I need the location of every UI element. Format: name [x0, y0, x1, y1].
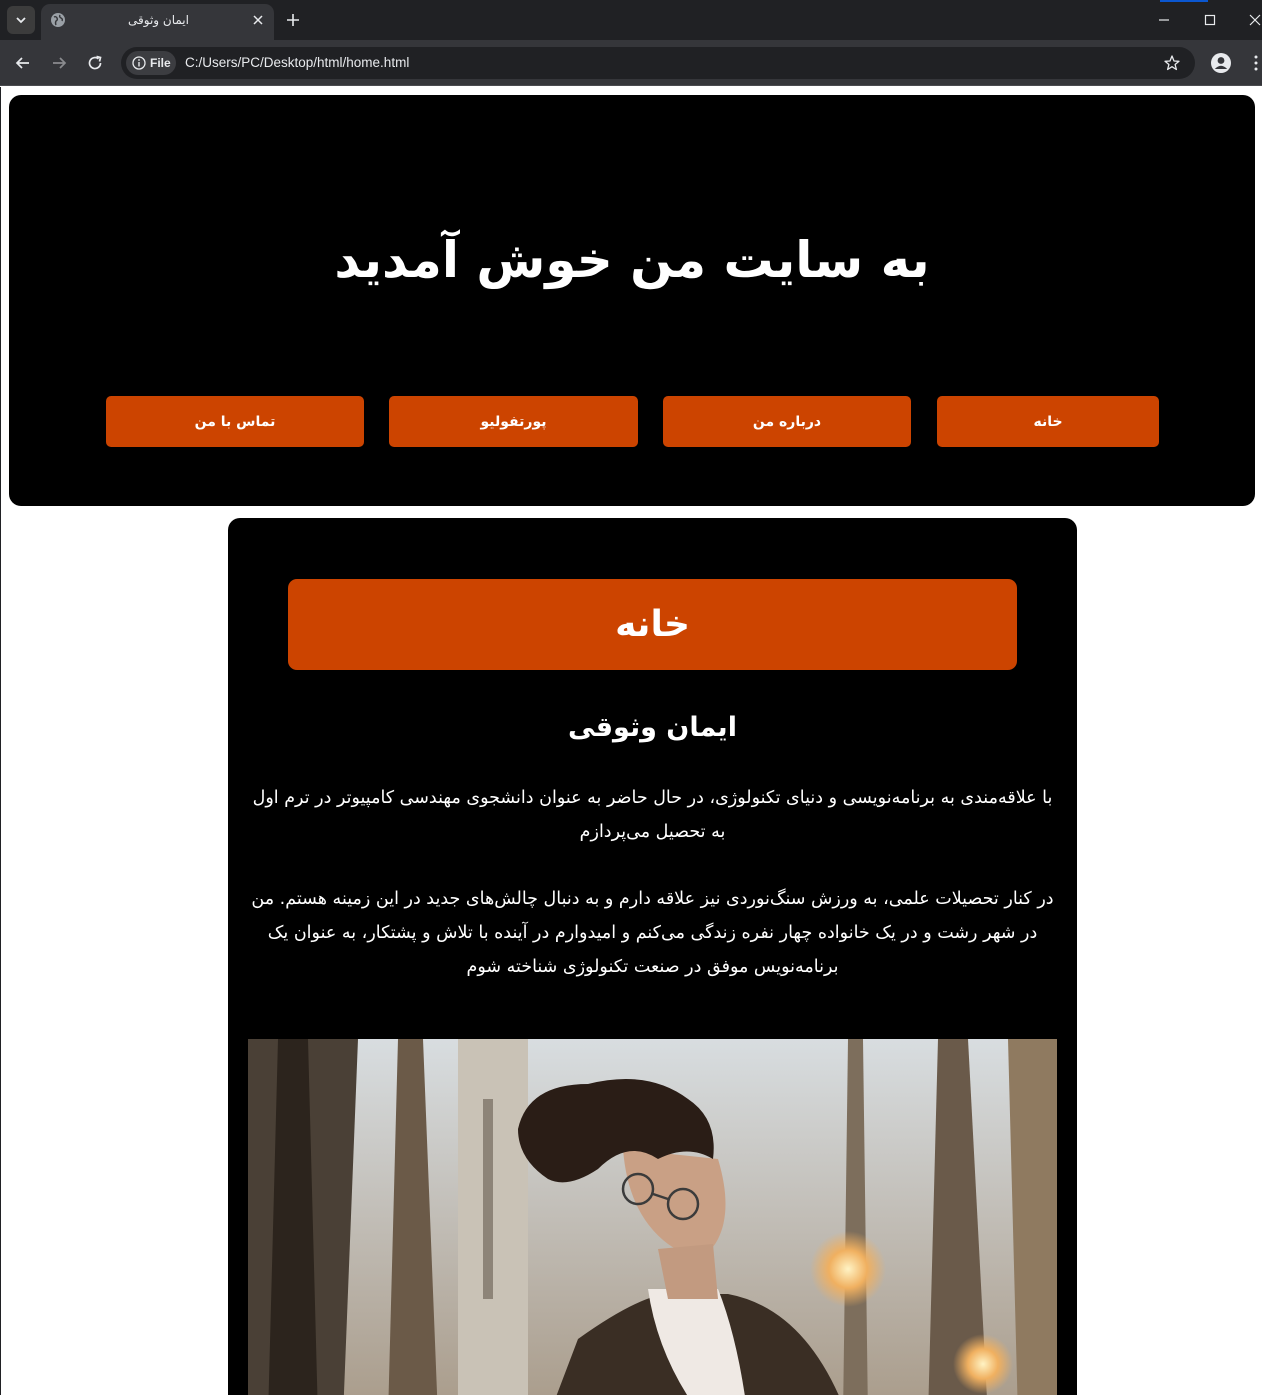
hero-title: به سایت من خوش آمدید — [334, 231, 930, 289]
browser-toolbar: File C:/Users/PC/Desktop/html/home.html — [0, 40, 1262, 86]
nav-contact-button[interactable]: تماس با من — [106, 396, 364, 447]
kebab-menu-icon[interactable] — [1250, 54, 1262, 72]
site-chip-label: File — [150, 56, 171, 70]
url-text[interactable]: C:/Users/PC/Desktop/html/home.html — [185, 55, 409, 70]
globe-icon — [51, 13, 65, 27]
reload-icon[interactable] — [84, 52, 106, 74]
person-name: ایمان وثوقی — [568, 712, 737, 743]
tab-strip: ایمان وثوقی — [0, 0, 1262, 40]
site-info-chip[interactable]: File — [126, 51, 176, 75]
window-close-icon[interactable] — [1245, 10, 1262, 30]
close-icon[interactable] — [251, 13, 265, 27]
nav-home-button[interactable]: خانه — [937, 396, 1159, 447]
tab-list-icon — [16, 17, 26, 24]
profile-photo — [248, 1039, 1057, 1395]
hero-header: به سایت من خوش آمدید خانه درباره من پورت… — [9, 95, 1255, 506]
page-viewport: به سایت من خوش آمدید خانه درباره من پورت… — [0, 87, 1262, 1395]
bio-paragraph-2: در کنار تحصیلات علمی، به ورزش سنگ‌نوردی … — [251, 889, 1054, 977]
profile-photo-illustration — [248, 1039, 1057, 1395]
address-bar[interactable]: File C:/Users/PC/Desktop/html/home.html — [121, 47, 1195, 79]
section-title: خانه — [288, 579, 1017, 670]
plus-icon[interactable] — [283, 10, 303, 30]
info-icon — [132, 56, 146, 70]
nav-about-button[interactable]: درباره من — [663, 396, 911, 447]
profile-icon[interactable] — [1210, 52, 1232, 74]
tab-search-button[interactable] — [7, 6, 35, 34]
window-accent-line — [1160, 0, 1208, 2]
nav-portfolio-button[interactable]: پورتفولیو — [389, 396, 638, 447]
main-content-panel: خانه ایمان وثوقی با علاقه‌مندی به برنامه… — [228, 518, 1077, 1395]
maximize-icon[interactable] — [1200, 10, 1220, 30]
star-icon[interactable] — [1163, 54, 1181, 72]
active-tab[interactable]: ایمان وثوقی — [41, 4, 274, 40]
tab-title: ایمان وثوقی — [128, 13, 189, 27]
minimize-icon[interactable] — [1154, 10, 1174, 30]
back-arrow-icon[interactable] — [12, 52, 34, 74]
bio-paragraph-1: با علاقه‌مندی به برنامه‌نویسی و دنیای تک… — [252, 788, 1053, 842]
forward-arrow-icon[interactable] — [48, 52, 70, 74]
